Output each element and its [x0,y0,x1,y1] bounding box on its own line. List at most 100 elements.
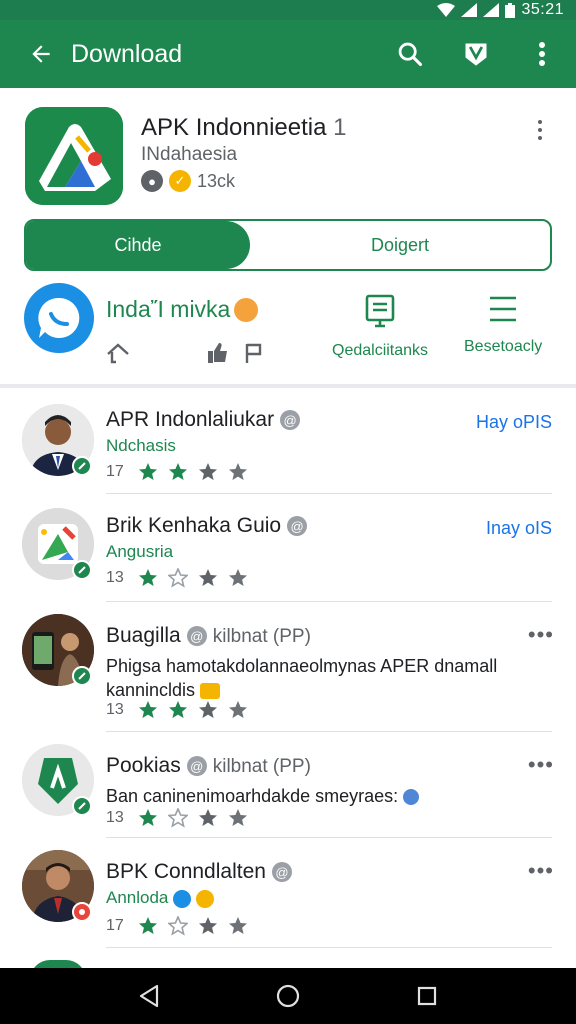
nav-recents-icon [417,986,436,1006]
segment-inactive[interactable]: Doigert [250,221,550,269]
emoji-icon [200,683,221,700]
list-item-title-text: BPK Conndlalten [106,860,266,883]
star-filled-icon [169,701,187,718]
feature-action-2[interactable]: Besetoacly [464,294,542,356]
feature-action-2-label: Besetoacly [464,338,543,355]
chat-bubble-icon [38,297,80,338]
rating-row: 13 [106,568,248,588]
star-empty-icon [229,569,247,586]
people-icon [403,789,420,806]
nav-back-icon [140,984,159,1008]
app-meta-text: 13ck [197,170,236,191]
feature-action-1[interactable]: Qedalciitanks [332,294,428,360]
list-item-title-text: Brik Kenhaka Guio [106,514,282,537]
info-icon: @ [280,410,301,431]
list-item-description-text: Ban caninenimoarhdakde smeyraes: [106,786,399,806]
star-filled-icon [139,569,157,586]
signal-icon [461,3,478,17]
list-item-title: BPK Conndlalten @ [106,860,292,884]
star-half-icon [199,569,217,586]
list-item-subtitle: Ndchasis [106,436,176,455]
info-icon: @ [186,756,207,777]
info-icon: @ [186,626,207,647]
list-item-more-button[interactable]: ••• [528,752,554,778]
star-empty-icon [168,808,188,828]
star-filled-icon [169,463,187,480]
wifi-icon [437,3,456,17]
feature-small-actions [106,342,130,364]
smile-icon [195,889,214,908]
list-item-title: Brik Kenhaka Guio @ [106,514,308,538]
list-item-link[interactable]: Hay oPIS [476,412,552,433]
verified-icon [173,889,192,908]
avatar-partial [30,960,86,968]
list-item-more-button[interactable]: ••• [528,858,554,884]
nav-home-button[interactable] [266,974,310,1018]
verified-badge-icon [72,666,92,686]
segment-active[interactable]: Cihde [26,221,250,269]
star-empty-icon [168,568,188,588]
signal-icon-2 [483,3,500,17]
rating-row: 13 [106,700,248,720]
app-more-button[interactable] [528,114,552,146]
nav-back-button[interactable] [127,974,171,1018]
star-filled-icon [139,917,157,934]
user-icon: ● [141,170,163,192]
list-item[interactable]: BPK Conndlalten @ Annloda 17 ••• [0,838,576,948]
list-item[interactable]: Pookias @ kilbnat (PP) Ban caninenimoarhda… [0,732,576,838]
verified-badge-icon [72,560,92,580]
star-half-icon [199,917,217,934]
app-name-text: APK Indonnieetia [141,114,327,141]
rating-count: 13 [106,701,124,718]
list-item[interactable]: Brik Kenhaka Guio @ Angusria 13 Inay oIS [0,494,576,602]
star-empty-icon [168,916,188,936]
home-icon[interactable] [106,342,130,364]
app-meta: ● ✓ 13ck [141,170,235,192]
app-name: APK Indonnieetia 1 [141,114,347,142]
star-empty-icon [229,809,247,826]
nav-recents-button[interactable] [405,974,449,1018]
list-item-title-text: Pookias [106,754,181,777]
feature-feedback-actions [206,342,264,364]
star-empty-icon [229,701,247,718]
feature-action-1-label: Qedalciitanks [332,342,429,359]
overflow-menu-button[interactable] [518,30,566,78]
list-item-subtitle: Angusria [106,542,174,561]
arrow-back-icon [32,45,50,63]
rating-count: 17 [106,917,124,934]
segmented-control: Cihde Doigert [24,219,552,271]
menu-icon [490,296,517,322]
shield-button[interactable] [452,30,500,78]
status-badge-icon [72,902,92,922]
shield-icon [465,43,487,66]
app-publisher: INdahaesia [141,144,238,165]
star-filled-icon [139,809,157,826]
verified-badge-icon [72,796,92,816]
list-item[interactable]: APR Indonlaliukar @ Ndchasis 17 Hay oPIS [0,388,576,494]
thumb-up-icon[interactable] [206,342,230,364]
app-header-card: APK Indonnieetia 1 INdahaesia ● ✓ 13ck C… [0,88,576,386]
list-item-description-text: Phigsa hamotakdolannaeolmynas APER dnama… [106,656,498,700]
status-bar: 35:21 [0,0,576,20]
search-button[interactable] [386,30,434,78]
app-bar-title: Download [71,39,183,68]
rating-row: 13 [106,808,248,828]
app-logo[interactable] [25,107,123,205]
status-icons: 35:21 [437,0,564,20]
list-item[interactable]: Buagilla @ kilbnat (PP) Phigsa hamotakdola… [0,602,576,732]
list-item-title: Pookias @ kilbnat (PP) [106,754,311,778]
feature-logo[interactable] [24,283,94,353]
list-item-title-text: Buagilla [106,624,181,647]
list-item-tag: kilbnat (PP) [212,756,311,777]
document-icon [365,294,395,328]
star-half-icon [199,809,217,826]
list-item-title-text: APR Indonlaliukar [106,408,275,431]
app-list: APR Indonlaliukar @ Ndchasis 17 Hay oPIS … [0,388,576,968]
flag-icon[interactable] [244,342,264,364]
back-button[interactable] [13,26,69,82]
list-item-link[interactable]: Inay oIS [486,518,552,539]
list-item-tag: kilbnat (PP) [212,626,311,647]
list-item-more-button[interactable]: ••• [528,622,554,648]
system-nav-bar [0,968,576,1024]
rating-row: 17 [106,916,248,936]
